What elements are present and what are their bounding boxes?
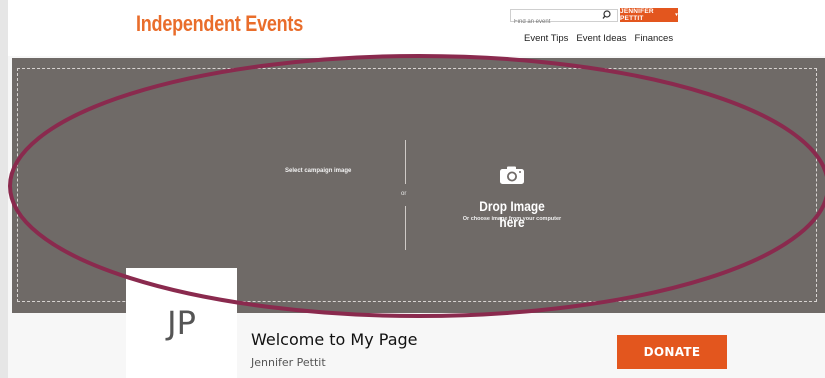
camera-icon[interactable] [499,165,525,185]
divider-line [405,206,406,250]
page: Independent Events JENNIFER PETTIT ▾ Eve… [8,0,825,378]
site-header: Independent Events JENNIFER PETTIT ▾ Eve… [8,0,825,56]
nav-finances[interactable]: Finances [635,33,674,44]
search-input[interactable] [511,16,597,28]
dropzone-border [17,68,817,302]
avatar[interactable]: JP [126,268,237,378]
divider-line [405,140,406,184]
chevron-down-icon: ▾ [675,12,678,18]
site-logo[interactable]: Independent Events [136,11,303,37]
main-nav: Event Tips Event Ideas Finances [524,33,673,44]
page-title: Welcome to My Page [251,330,418,349]
drop-image-subtitle[interactable]: Or choose image from your computer [447,216,577,222]
owner-name: Jennifer Pettit [251,356,326,369]
nav-event-tips[interactable]: Event Tips [524,33,568,44]
search-icon[interactable] [602,9,614,21]
nav-event-ideas[interactable]: Event Ideas [576,33,626,44]
search-box[interactable] [510,9,618,28]
select-campaign-image-link[interactable]: Select campaign image [285,168,351,174]
user-menu-button[interactable]: JENNIFER PETTIT ▾ [620,8,678,22]
or-separator: or [401,191,407,197]
donate-button[interactable]: DONATE [617,335,727,369]
avatar-initials: JP [167,304,196,342]
user-menu-label: JENNIFER PETTIT [620,8,654,22]
drop-image-title: Drop Image here [479,198,545,230]
